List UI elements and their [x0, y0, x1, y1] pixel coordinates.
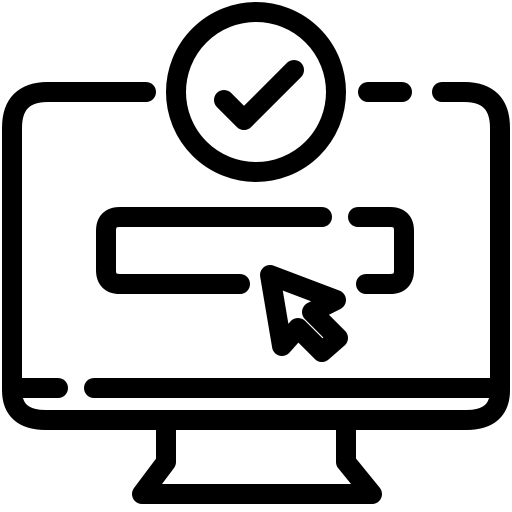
icon-svg [2, 2, 510, 504]
check-icon [214, 60, 304, 130]
mouse-pointer-icon [260, 265, 348, 362]
monitor-stand-icon [132, 414, 382, 504]
monitor-frame [2, 82, 510, 430]
input-field-right [348, 207, 414, 294]
monitor-verified-click-icon [0, 0, 512, 512]
check-circle-icon [166, 2, 346, 182]
